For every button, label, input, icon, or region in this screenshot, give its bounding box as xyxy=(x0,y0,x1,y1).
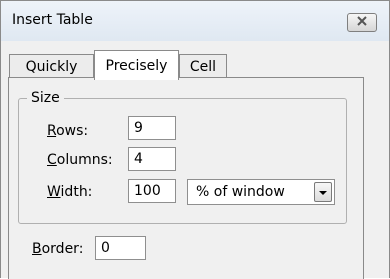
columns-label: Columns: xyxy=(47,152,113,168)
close-x-icon xyxy=(356,15,368,30)
tab-quickly[interactable]: Quickly xyxy=(9,54,94,78)
tab-cell[interactable]: Cell xyxy=(179,54,227,78)
border-label: Border: xyxy=(32,241,84,257)
width-unit-select[interactable]: % of window xyxy=(187,179,335,205)
tab-precisely[interactable]: Precisely xyxy=(94,50,179,80)
dropdown-button[interactable] xyxy=(314,182,332,202)
width-input[interactable]: 100 xyxy=(128,179,176,203)
chevron-down-icon xyxy=(318,185,328,200)
dialog-title: Insert Table xyxy=(12,12,93,28)
border-input[interactable]: 0 xyxy=(95,236,146,260)
width-label: Width: xyxy=(47,184,93,200)
size-group-legend: Size xyxy=(27,90,64,106)
rows-input[interactable]: 9 xyxy=(128,116,176,140)
columns-input[interactable]: 4 xyxy=(128,147,176,171)
width-unit-value: % of window xyxy=(196,184,285,200)
title-bar: Insert Table xyxy=(1,1,389,41)
tab-label: Precisely xyxy=(105,57,168,74)
tab-label: Quickly xyxy=(25,58,78,75)
close-button[interactable] xyxy=(347,13,377,32)
rows-label: Rows: xyxy=(47,123,89,139)
tab-label: Cell xyxy=(189,58,217,75)
